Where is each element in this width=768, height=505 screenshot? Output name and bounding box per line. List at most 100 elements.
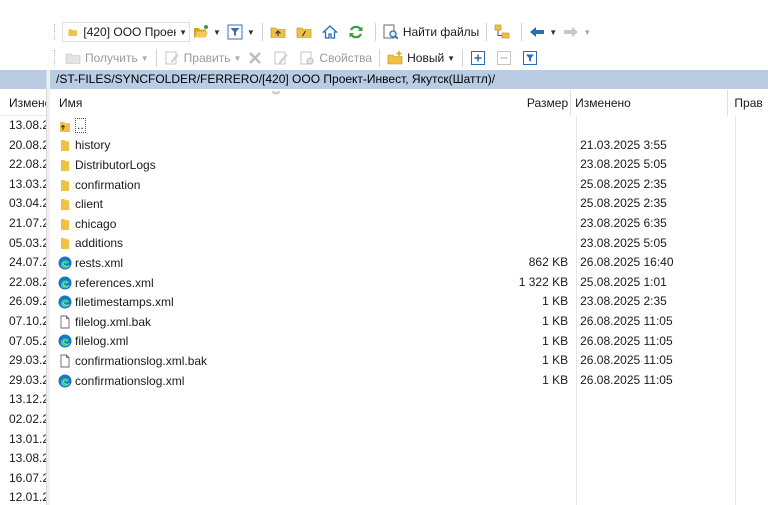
file-row[interactable]: rests.xml 862 KB 26.08.2025 16:40 [50,253,768,273]
tree-view-button[interactable] [491,22,517,42]
column-header-changed[interactable]: Изменено [570,90,729,116]
toolbar-separator [374,23,376,41]
file-name-cell[interactable]: history [50,138,515,152]
left-date-cell[interactable]: 03.04.2 [0,194,46,214]
column-header-name[interactable]: Имя [50,90,515,116]
home-icon [321,25,338,39]
left-date-cell[interactable]: 13.08.2 [0,116,46,136]
back-button[interactable]: ▼ [526,22,560,42]
left-date-cell[interactable]: 13.01.2 [0,430,46,450]
left-date-cell[interactable]: 05.03.2 [0,234,46,254]
chevron-down-icon[interactable]: ▼ [213,28,221,37]
drive-combo[interactable]: [420] ООО Проект-Инвест ▼ [62,22,190,42]
file-name-cell[interactable]: rests.xml [50,256,515,270]
get-button[interactable]: Получить ▼ [62,48,152,68]
file-row[interactable]: client 25.08.2025 2:35 [50,194,768,214]
left-date-cell[interactable]: 24.07.2 [0,253,46,273]
left-date-cell[interactable]: 07.05.2 [0,332,46,352]
properties-button[interactable]: Свойства [296,48,375,68]
file-name-label: confirmationslog.xml [75,373,185,388]
new-button[interactable]: Новый ▼ [384,48,458,68]
file-name-cell[interactable]: references.xml [50,276,515,290]
refresh-button[interactable] [345,22,371,42]
chevron-down-icon[interactable]: ▼ [549,28,557,37]
root-folder-button[interactable] [293,22,319,42]
file-name-cell[interactable]: confirmation [50,178,515,192]
column-header-size[interactable]: Размер [515,90,570,116]
file-row[interactable]: confirmation 25.08.2025 2:35 [50,175,768,195]
filter-select-button[interactable] [519,48,545,68]
toolbar-grip[interactable] [54,24,58,40]
file-row[interactable]: filelog.xml.bak 1 KB 26.08.2025 11:05 [50,312,768,332]
file-row[interactable]: .. [50,116,768,136]
path-bar[interactable]: /ST-FILES/SYNCFOLDER/FERRERO/[420] ООО П… [50,70,768,89]
forward-button[interactable]: ▼ [560,22,594,42]
file-name-cell[interactable]: confirmationslog.xml [50,374,515,388]
folder-icon [58,138,72,152]
find-files-button[interactable]: Найти файлы [380,22,482,42]
file-row[interactable]: history 21.03.2025 3:55 [50,136,768,156]
file-name-cell[interactable]: client [50,197,515,211]
chevron-down-icon[interactable]: ▼ [247,28,255,37]
file-name-cell[interactable]: .. [50,118,515,134]
column-header-rights[interactable]: Прав [728,90,768,116]
left-date-cell[interactable]: 02.02.2 [0,410,46,430]
left-path-bar [0,70,46,89]
file-name-cell[interactable]: DistributorLogs [50,158,515,172]
left-date-cell[interactable]: 22.08.2 [0,155,46,175]
rename-button[interactable] [270,48,296,68]
file-row[interactable]: confirmationslog.xml 1 KB 26.08.2025 11:05 [50,371,768,391]
file-name-cell[interactable]: filelog.xml.bak [50,315,515,329]
left-date-cell[interactable]: 07.10.2 [0,312,46,332]
left-date-cell[interactable]: 12.01.2 [0,488,46,505]
file-row[interactable]: additions 23.08.2025 5:05 [50,234,768,254]
file-name-cell[interactable]: additions [50,236,515,250]
left-date-cell[interactable]: 29.03.2 [0,351,46,371]
home-button[interactable] [319,22,345,42]
file-row[interactable]: filelog.xml 1 KB 26.08.2025 11:05 [50,332,768,352]
left-date-cell[interactable]: 26.09.2 [0,292,46,312]
file-name-cell[interactable]: filelog.xml [50,334,515,348]
filter-icon [523,51,538,65]
delete-button[interactable] [244,48,270,68]
chevron-down-icon[interactable]: ▼ [233,54,241,63]
left-date-cell[interactable]: 22.08.2 [0,273,46,293]
chevron-down-icon[interactable]: ▼ [141,54,149,63]
left-date-cell[interactable]: 29.03.2 [0,371,46,391]
unselect-all-button[interactable] [493,48,519,68]
file-row[interactable]: filetimestamps.xml 1 KB 23.08.2025 2:35 [50,292,768,312]
toolbar-separator [521,23,523,41]
toolbar-separator [462,49,464,67]
open-folder-button[interactable]: ▼ [190,22,224,42]
file-name-cell[interactable]: chicago [50,217,515,231]
select-all-button[interactable] [467,48,493,68]
toolbar-grip[interactable] [54,50,58,66]
edit-button[interactable]: Править ▼ [161,48,245,68]
file-changed-cell: 25.08.2025 1:01 [580,274,667,289]
file-row[interactable]: references.xml 1 322 KB 25.08.2025 1:01 [50,273,768,293]
file-name-cell[interactable]: confirmationslog.xml.bak [50,354,515,368]
left-date-cell[interactable]: 13.03.2 [0,175,46,195]
left-date-cell[interactable]: 13.12.2 [0,390,46,410]
file-row[interactable]: confirmationslog.xml.bak 1 KB 26.08.2025 1… [50,351,768,371]
arrow-right-icon [564,27,579,37]
file-row[interactable]: chicago 23.08.2025 6:35 [50,214,768,234]
file-changed-cell: 26.08.2025 11:05 [580,372,673,387]
file-name-cell[interactable]: filetimestamps.xml [50,295,515,309]
toolbar-separator [379,49,381,67]
left-date-cell[interactable]: 20.08.2 [0,136,46,156]
delete-icon [249,52,262,64]
left-column-header-changed[interactable]: Изменено [0,90,46,116]
parent-folder-button[interactable] [267,22,293,42]
left-date-cell[interactable]: 16.07.2 [0,469,46,489]
chevron-down-icon[interactable]: ▼ [583,28,591,37]
left-date-cell[interactable]: 13.08.2 [0,449,46,469]
edge-icon [58,374,72,388]
chevron-down-icon[interactable]: ▼ [447,54,455,63]
filter-button[interactable]: ▼ [224,22,258,42]
file-row[interactable]: DistributorLogs 23.08.2025 5:05 [50,155,768,175]
folder-icon [58,236,72,250]
left-date-cell[interactable]: 21.07.2 [0,214,46,234]
file-name-label: .. [75,118,86,134]
chevron-down-icon[interactable]: ▼ [179,28,187,37]
